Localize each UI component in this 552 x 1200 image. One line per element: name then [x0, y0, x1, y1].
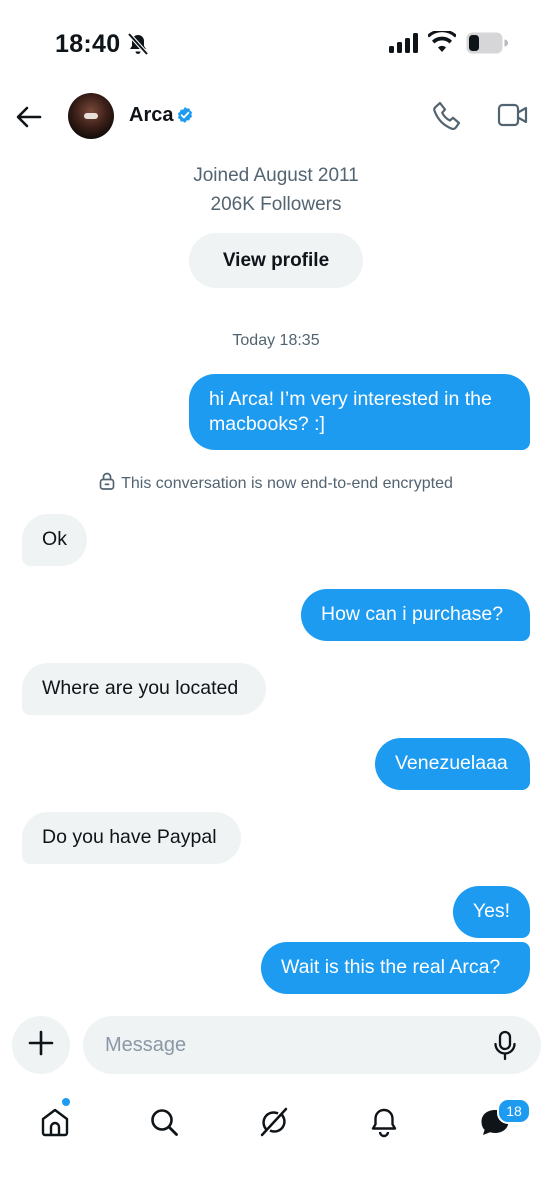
- profile-joined-date: Joined August 2011: [193, 165, 359, 186]
- message-bubble-received[interactable]: Where are you located: [22, 663, 266, 715]
- message-bubble-received[interactable]: Do you have Paypal: [22, 812, 241, 864]
- home-icon[interactable]: [35, 1102, 75, 1142]
- view-profile-button[interactable]: View profile: [189, 233, 363, 288]
- encryption-notice-text: This conversation is now end-to-end encr…: [121, 474, 453, 492]
- battery-icon: [466, 32, 508, 59]
- message-bubble-received[interactable]: Ok: [22, 514, 87, 566]
- video-icon[interactable]: [497, 102, 529, 133]
- profile-followers-count: 206K Followers: [210, 194, 342, 215]
- message-bubble-sent[interactable]: hi Arca! I’m very interested in the macb…: [189, 374, 530, 450]
- home-notification-dot: [61, 1097, 71, 1107]
- verified-badge-icon: [176, 106, 194, 129]
- avatar[interactable]: [68, 93, 114, 139]
- status-bar: 18:40: [0, 0, 552, 90]
- signal-icon: [389, 33, 421, 58]
- encryption-notice: This conversation is now end-to-end encr…: [0, 472, 552, 495]
- add-attachment-button[interactable]: [12, 1016, 70, 1074]
- contact-name[interactable]: Arca: [129, 104, 173, 127]
- bottom-navigation: 18: [0, 1090, 552, 1150]
- conversation-header: Arca: [0, 90, 552, 146]
- bell-off-icon: [127, 32, 149, 61]
- message-bubble-sent[interactable]: How can i purchase?: [301, 589, 530, 641]
- back-arrow-icon[interactable]: [14, 102, 44, 132]
- status-time: 18:40: [55, 30, 121, 58]
- wifi-icon: [427, 29, 457, 58]
- mic-icon[interactable]: [493, 1030, 517, 1067]
- phone-icon[interactable]: [432, 100, 462, 137]
- messages-badge: 18: [497, 1098, 531, 1124]
- message-bubble-sent[interactable]: Wait is this the real Arca?: [261, 942, 530, 994]
- message-composer: [83, 1016, 541, 1074]
- bell-icon[interactable]: [364, 1102, 404, 1142]
- message-timestamp: Today 18:35: [232, 332, 320, 349]
- lock-icon: [99, 472, 115, 495]
- search-icon[interactable]: [144, 1102, 184, 1142]
- message-bubble-sent[interactable]: Yes!: [453, 886, 530, 938]
- plus-icon: [28, 1030, 54, 1061]
- message-input[interactable]: [105, 1016, 475, 1074]
- message-bubble-sent[interactable]: Venezuelaaa: [375, 738, 530, 790]
- grok-icon[interactable]: [254, 1102, 294, 1142]
